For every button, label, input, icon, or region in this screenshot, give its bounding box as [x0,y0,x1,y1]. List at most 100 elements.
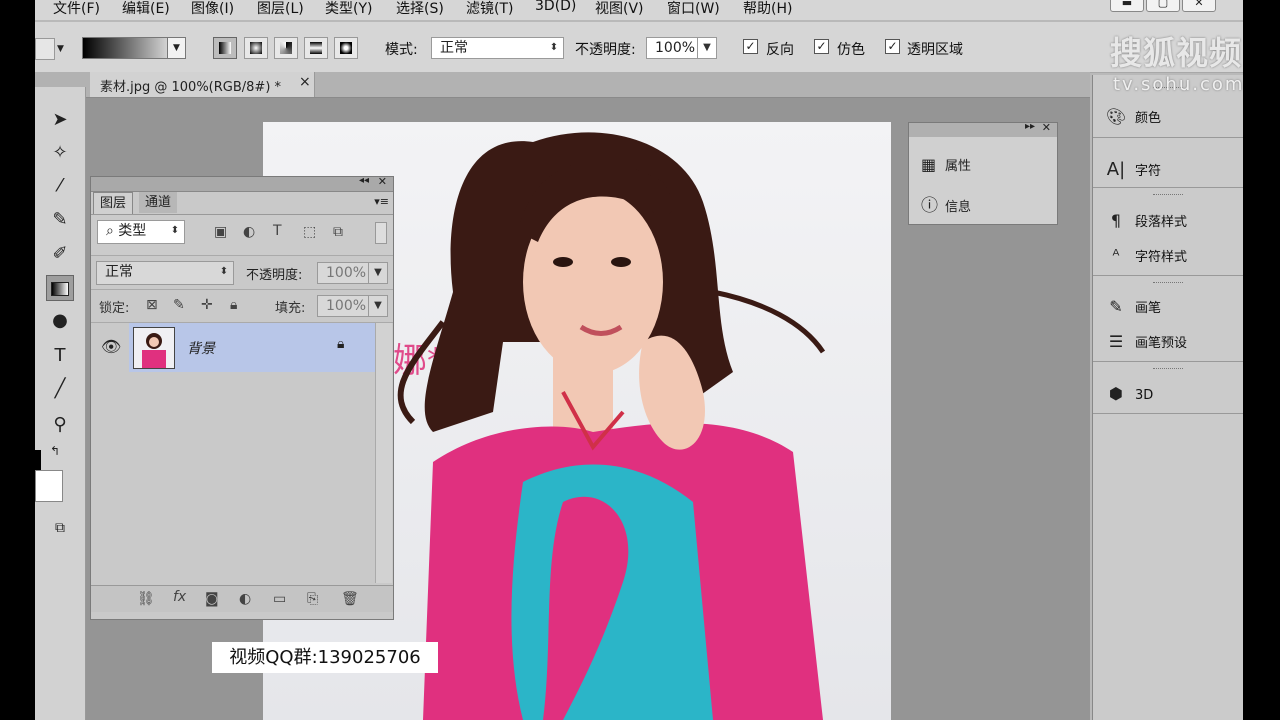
dock-item-character[interactable]: A| 字符 [1105,159,1161,180]
menu-edit[interactable]: 编辑(E) [122,0,170,18]
fx-icon[interactable]: fx [173,589,186,605]
dock-item-brush[interactable]: ✎ 画笔 [1105,297,1161,316]
menu-3d[interactable]: 3D(D) [535,0,576,14]
link-layers-icon[interactable]: ⛓︎ [137,591,155,607]
zoom-tool-icon[interactable]: ⚲ [46,412,74,438]
panel-title-bar[interactable]: ◂◂ ✕ [91,175,393,192]
character-styles-icon: ᴬ [1112,246,1120,265]
move-tool-icon[interactable]: ➤ [46,107,74,133]
divider [1093,413,1243,414]
info-item[interactable]: ⓘ 信息 [921,191,971,216]
dock-item-color[interactable]: 🎨︎ 颜色 [1105,107,1161,126]
menu-type[interactable]: 类型(Y) [325,0,372,18]
adjustment-layer-icon[interactable]: ◐ [239,591,251,607]
line-tool-icon[interactable]: ╱ [46,376,74,402]
menu-filter[interactable]: 滤镜(T) [466,0,513,18]
brush-tool-icon[interactable]: ✎ [46,207,74,233]
gradient-tool-icon[interactable] [46,275,74,301]
lock-pixels-icon[interactable]: ✎ [173,297,185,313]
gradient-dropdown-arrow[interactable]: ▼ [167,37,186,59]
properties-item[interactable]: ▦ 属性 [921,155,971,174]
reverse-label: 反向 [766,42,794,58]
blend-mode-select[interactable]: 正常 ⬍ [96,261,234,285]
dock-item-brush-presets[interactable]: ☰ 画笔预设 [1105,332,1187,351]
filter-shape-icon[interactable]: ⬚ [303,224,316,240]
filter-toggle[interactable] [375,222,387,244]
dock-item-character-styles[interactable]: ᴬ 字符样式 [1105,246,1187,265]
dock-grip[interactable] [1153,368,1183,372]
popup-title-bar[interactable]: ▸▸ ✕ [909,121,1057,137]
screen-mode-icon[interactable]: ⧉ [46,515,74,541]
add-mask-icon[interactable]: ◙ [205,591,219,607]
layers-scrollbar[interactable] [375,323,392,583]
mode-select[interactable]: 正常 ⬍ [431,37,564,59]
eye-icon[interactable]: 👁︎ [101,337,121,356]
menu-bar: 文件(F) 编辑(E) 图像(I) 图层(L) 类型(Y) 选择(S) 滤镜(T… [35,0,1243,20]
radial-gradient-button[interactable] [244,37,268,59]
background-color-swatch[interactable] [35,470,63,502]
swap-colors-icon[interactable]: ↰ [50,444,60,458]
lock-transparency-icon[interactable]: ⊠ [146,297,158,313]
mode-label: 模式: [385,42,418,58]
menu-file[interactable]: 文件(F) [53,0,100,18]
close-window-button[interactable]: ✕ [1182,0,1216,12]
options-bar: ▼ ▼ 模式: 正常 ⬍ 不透明度: 100% ▼ ✓ 反向 ✓ 仿色 ✓ 透明区域 [35,22,1243,73]
menu-window[interactable]: 窗口(W) [667,0,720,18]
collapse-icon[interactable]: ◂◂ [359,175,369,186]
filter-pixel-icon[interactable]: ▣ [214,224,227,240]
clone-stamp-icon[interactable]: ✐ [46,241,74,267]
new-group-icon[interactable]: ▭ [273,591,286,607]
document-tab[interactable]: 素材.jpg @ 100%(RGB/8#) * × [90,72,315,97]
layer-opacity-field[interactable]: 100% ▼ [317,262,388,284]
menu-view[interactable]: 视图(V) [595,0,644,18]
lock-position-icon[interactable]: ✛ [201,297,213,313]
type-tool-icon[interactable]: T [46,343,74,369]
transparency-checkbox[interactable]: ✓ [885,39,900,54]
close-panel-icon[interactable]: ✕ [378,175,387,188]
dither-checkbox[interactable]: ✓ [814,39,829,54]
dock-grip[interactable] [1153,282,1183,286]
menu-image[interactable]: 图像(I) [191,0,234,18]
new-layer-icon[interactable]: ⎘ [307,591,318,607]
opacity-field[interactable]: 100% ▼ [646,37,717,59]
divider [1093,275,1243,276]
lock-all-icon[interactable]: 🔒︎ [230,297,237,313]
chevron-down-icon[interactable]: ▼ [368,296,387,316]
minimize-button[interactable]: ▬ [1110,0,1144,12]
reflected-gradient-button[interactable] [304,37,328,59]
dock-item-paragraph-styles[interactable]: ¶ 段落样式 [1105,211,1187,230]
filter-smart-object-icon[interactable]: ⧉ [333,224,343,240]
close-tab-icon[interactable]: × [299,74,311,90]
menu-help[interactable]: 帮助(H) [743,0,792,18]
tool-preset-picker[interactable] [35,38,55,60]
chevron-down-icon[interactable]: ▼ [57,44,64,54]
layer-row-background[interactable]: 背景 🔒︎ [129,323,375,372]
filter-adjustment-icon[interactable]: ◐ [243,224,255,240]
eyedropper-icon[interactable]: ⁄ [46,173,74,199]
tab-channels[interactable]: 通道 [139,192,178,213]
menu-layer[interactable]: 图层(L) [257,0,304,18]
layer-lock-icon: 🔒︎ [337,336,345,352]
panel-menu-icon[interactable]: ▾≡ [374,195,389,208]
menu-select[interactable]: 选择(S) [396,0,444,18]
diamond-gradient-button[interactable] [334,37,358,59]
expand-icon[interactable]: ▸▸ [1025,121,1035,132]
reverse-checkbox[interactable]: ✓ [743,39,758,54]
maximize-button[interactable]: ▢ [1146,0,1180,12]
filter-type-icon[interactable]: T [273,223,282,239]
close-popup-icon[interactable]: ✕ [1042,121,1051,134]
tab-layers[interactable]: 图层 [93,192,134,214]
magic-wand-icon[interactable]: ✧ [46,140,74,166]
filter-type-select[interactable]: ⌕ 类型 ⬍ [97,220,185,244]
linear-gradient-button[interactable] [213,37,237,59]
burn-tool-icon[interactable]: ● [46,308,74,334]
dock-grip[interactable] [1153,194,1183,198]
layer-name[interactable]: 背景 [187,338,215,358]
chevron-down-icon[interactable]: ▼ [368,263,387,283]
delete-layer-icon[interactable]: 🗑︎ [341,591,359,607]
dither-label: 仿色 [837,42,865,58]
chevron-down-icon[interactable]: ▼ [697,38,716,58]
fill-field[interactable]: 100% ▼ [317,295,388,317]
dock-item-3d[interactable]: ⬢ 3D [1105,384,1153,403]
angle-gradient-button[interactable] [274,37,298,59]
